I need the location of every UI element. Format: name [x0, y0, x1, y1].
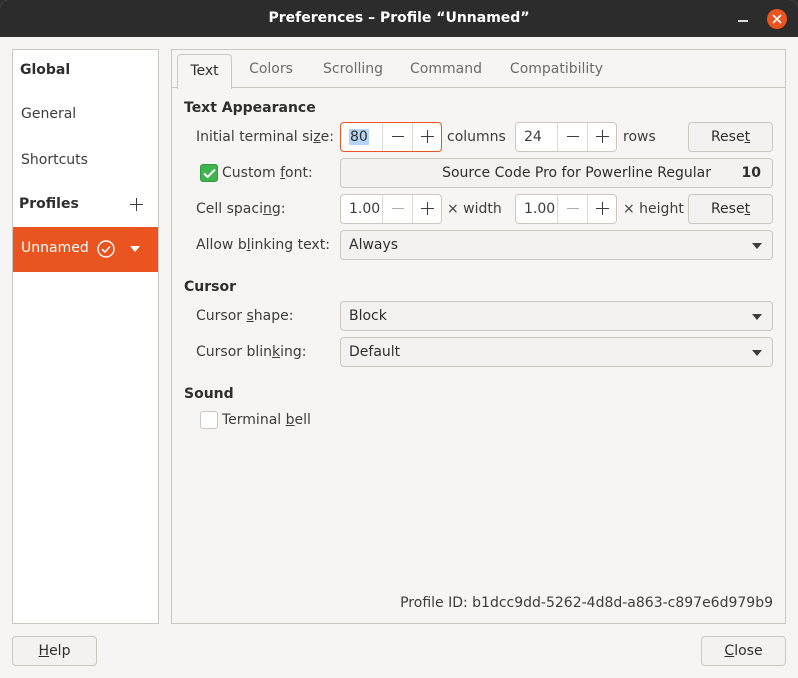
profile-id: Profile ID: b1dcc9dd-5262-4d8d-a863-c897…	[400, 595, 773, 611]
cell-spacing-label: Cell spacing:	[196, 201, 286, 217]
cursor-blinking-label: Cursor blinking:	[196, 344, 307, 360]
tab-text[interactable]: Text	[177, 54, 232, 89]
cell-height-unit-label: × height	[623, 201, 684, 217]
custom-font-label[interactable]: Custom font:	[222, 165, 313, 181]
tab-scrolling[interactable]: Scrolling	[312, 50, 394, 88]
tab-bar: Text Colors Scrolling Command Compatibil…	[172, 50, 785, 89]
rows-value[interactable]: 24	[524, 129, 542, 145]
rows-decrement-minus-icon[interactable]	[557, 123, 587, 151]
profile-menu-dropdown-arrow-icon[interactable]	[130, 246, 140, 252]
cell-height-increment-plus-icon[interactable]	[587, 195, 617, 223]
columns-value[interactable]: 80	[349, 129, 369, 145]
cursor-blinking-value: Default	[349, 344, 401, 360]
reset-spacing-button[interactable]: Reset	[688, 194, 773, 224]
terminal-size-label: Initial terminal size:	[196, 129, 335, 145]
blinking-text-label: Allow blinking text:	[196, 237, 330, 253]
terminal-bell-checkbox[interactable]	[200, 411, 218, 429]
help-button[interactable]: Help	[12, 636, 97, 666]
font-name: Source Code Pro for Powerline Regular	[442, 165, 711, 181]
minimize-icon[interactable]	[735, 11, 751, 27]
add-profile-icon[interactable]	[129, 197, 145, 213]
cursor-blinking-select[interactable]: Default	[340, 337, 773, 367]
reset-size-button[interactable]: Reset	[688, 122, 773, 152]
sidebar-item-general[interactable]: General	[21, 106, 76, 122]
sidebar-item-profile-unnamed[interactable]: Unnamed	[13, 227, 158, 272]
cell-width-decrement-minus-icon[interactable]	[382, 195, 412, 223]
cell-width-unit-label: × width	[447, 201, 502, 217]
dropdown-arrow-icon	[752, 350, 762, 356]
columns-decrement-minus-icon[interactable]	[382, 123, 412, 151]
section-sound: Sound	[184, 386, 234, 402]
custom-font-checkbox[interactable]	[200, 164, 218, 182]
sidebar-heading-profiles: Profiles	[19, 196, 79, 212]
title-bar: Preferences – Profile “Unnamed”	[0, 0, 798, 37]
blinking-text-value: Always	[349, 237, 399, 253]
tab-compatibility[interactable]: Compatibility	[500, 50, 613, 88]
tab-colors[interactable]: Colors	[238, 50, 304, 88]
rows-unit-label: rows	[623, 129, 656, 145]
profile-label: Unnamed	[21, 240, 89, 256]
dropdown-arrow-icon	[752, 314, 762, 320]
columns-increment-plus-icon[interactable]	[412, 123, 442, 151]
cursor-shape-select[interactable]: Block	[340, 301, 773, 331]
font-size: 10	[741, 165, 761, 181]
dropdown-arrow-icon	[752, 243, 762, 249]
section-text-appearance: Text Appearance	[184, 100, 316, 116]
tab-command[interactable]: Command	[401, 50, 491, 88]
cell-height-decrement-minus-icon[interactable]	[557, 195, 587, 223]
checkmark-icon	[203, 168, 216, 179]
section-cursor: Cursor	[184, 279, 237, 295]
blinking-text-select[interactable]: Always	[340, 230, 773, 260]
cell-width-increment-plus-icon[interactable]	[412, 195, 442, 223]
rows-spinner[interactable]: 24	[515, 122, 617, 152]
columns-spinner[interactable]: 80	[340, 122, 442, 152]
sidebar: Global General Shortcuts Profiles Unname…	[12, 49, 159, 624]
sidebar-heading-global: Global	[20, 62, 71, 78]
cell-height-value[interactable]: 1.00	[524, 201, 555, 217]
cell-width-value[interactable]: 1.00	[349, 201, 380, 217]
font-chooser-button[interactable]: Source Code Pro for Powerline Regular 10	[340, 158, 773, 188]
sidebar-item-shortcuts[interactable]: Shortcuts	[21, 152, 88, 168]
close-icon[interactable]	[767, 9, 787, 29]
preferences-window: Preferences – Profile “Unnamed” Global G…	[0, 0, 798, 678]
rows-increment-plus-icon[interactable]	[587, 123, 617, 151]
cursor-shape-value: Block	[349, 308, 387, 324]
close-button[interactable]: Close	[701, 636, 786, 666]
profile-settings-notebook: Text Colors Scrolling Command Compatibil…	[171, 49, 786, 624]
default-profile-check-icon	[96, 239, 116, 263]
cell-width-spinner[interactable]: 1.00	[340, 194, 442, 224]
cursor-shape-label: Cursor shape:	[196, 308, 294, 324]
window-title: Preferences – Profile “Unnamed”	[268, 10, 530, 26]
cell-height-spinner[interactable]: 1.00	[515, 194, 617, 224]
terminal-bell-label[interactable]: Terminal bell	[222, 412, 311, 428]
columns-unit-label: columns	[447, 129, 506, 145]
